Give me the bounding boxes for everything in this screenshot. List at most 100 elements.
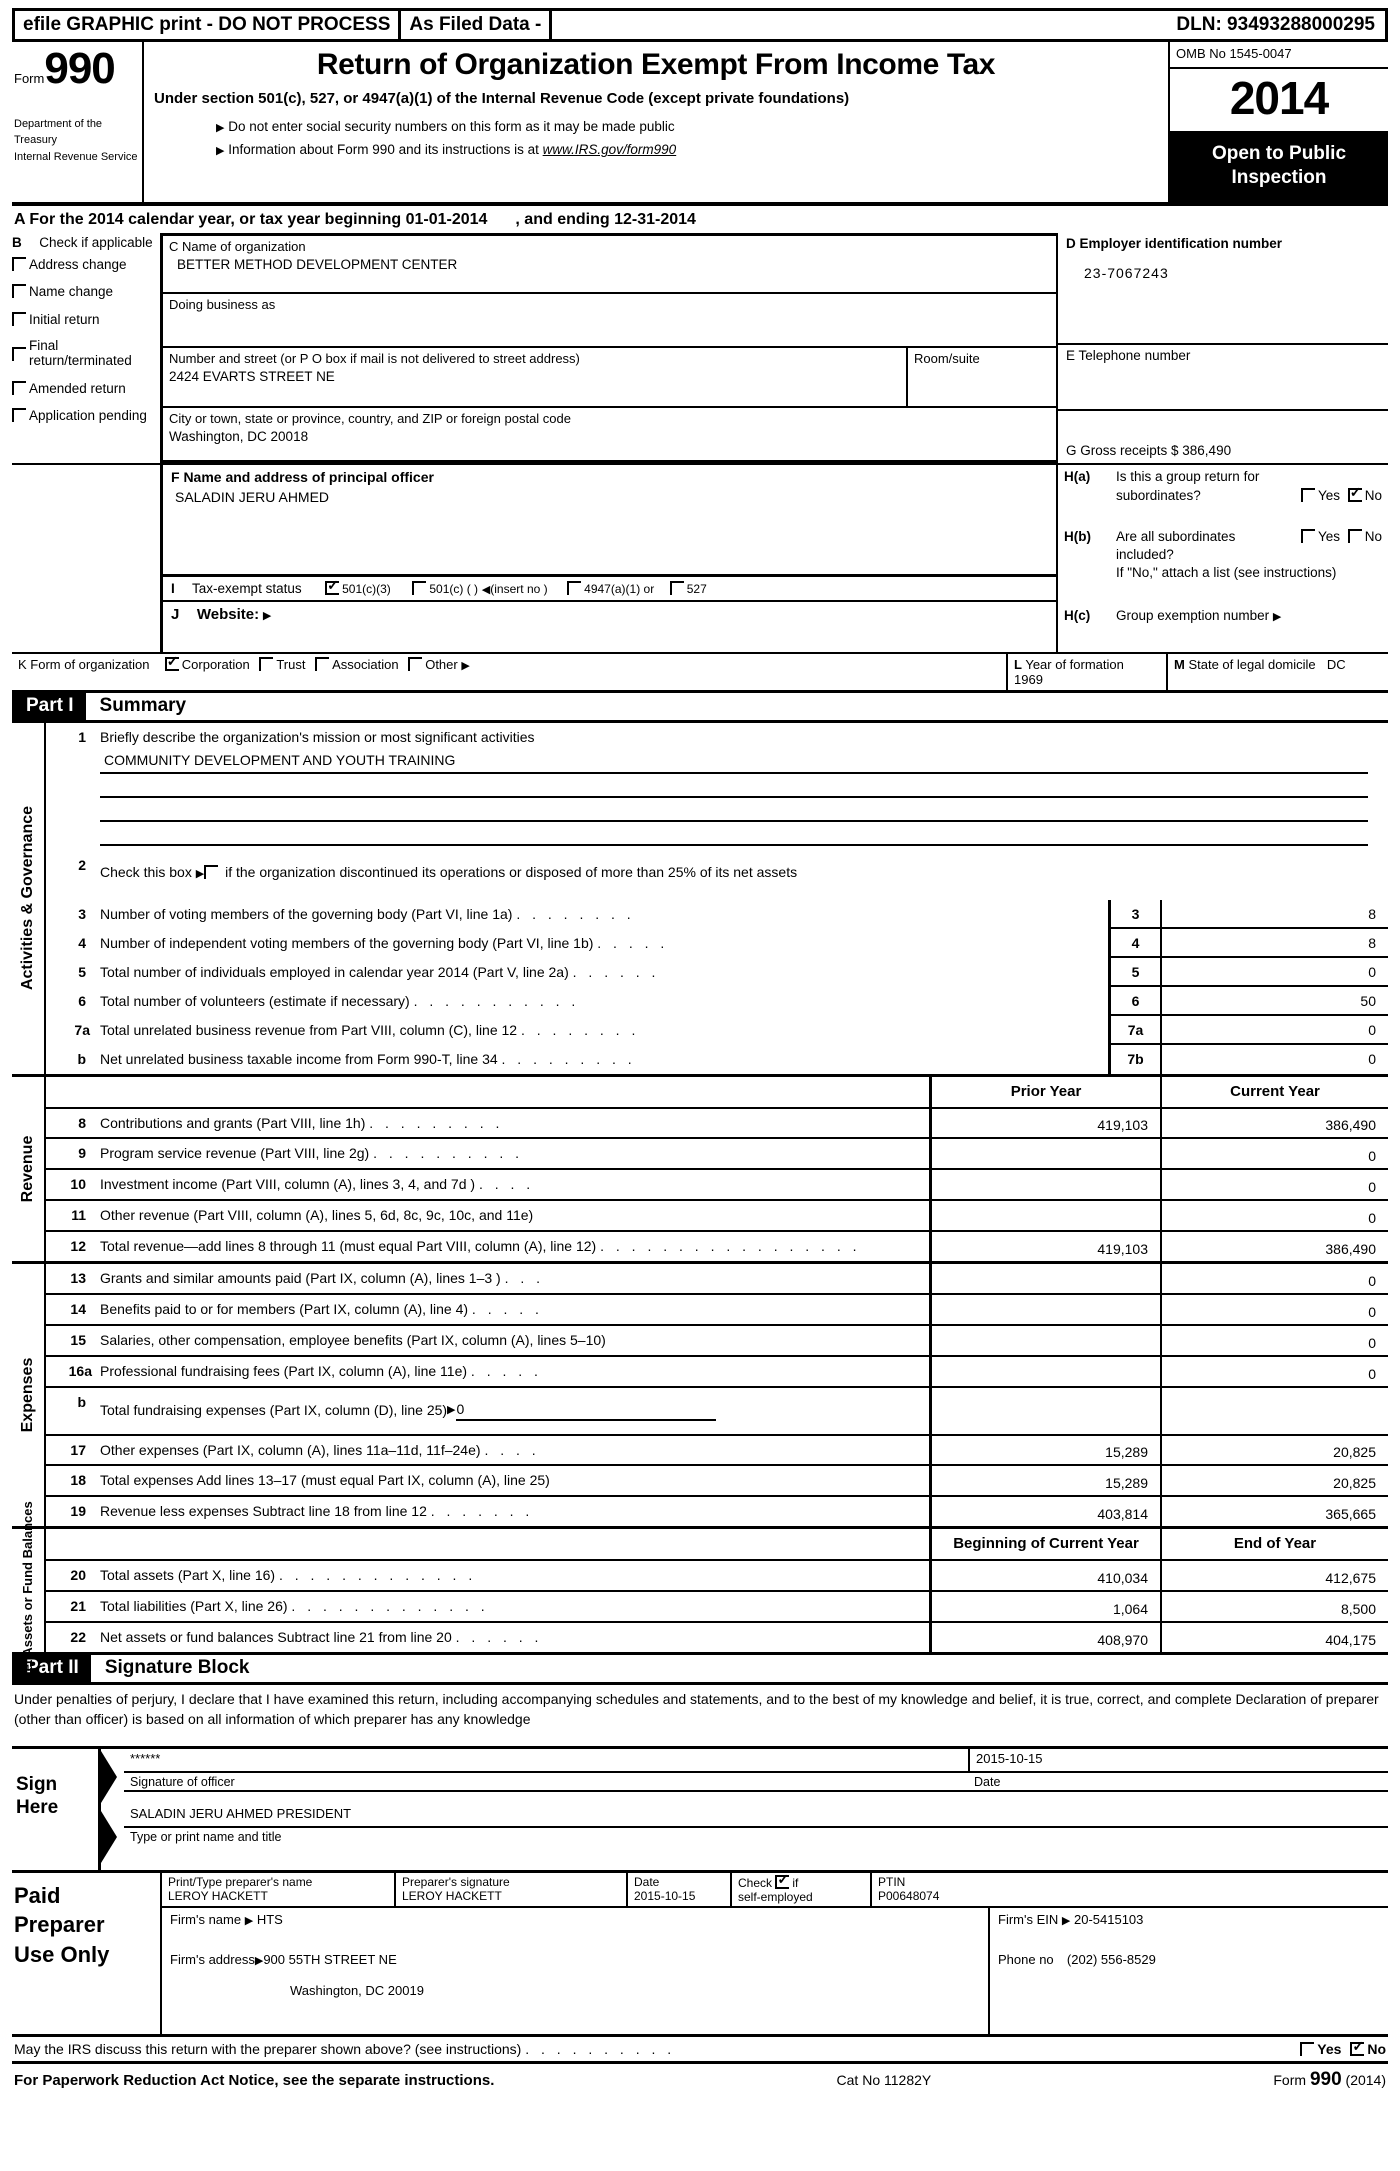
checkbox-discontinued-icon[interactable] [204, 865, 219, 880]
checkbox-ha-yes-icon[interactable] [1300, 487, 1315, 502]
line-8-current-year[interactable]: 386,490 [1160, 1108, 1388, 1138]
line-16b-value[interactable]: 0 [455, 1400, 716, 1421]
checkbox-icon[interactable] [12, 311, 26, 326]
checkbox-name-change[interactable]: Name change [12, 284, 160, 300]
irs-form990-link[interactable]: www.IRS.gov/form990 [543, 142, 677, 157]
officer-signature-cell[interactable]: ****** [124, 1749, 968, 1771]
checkbox-hb-no-icon[interactable] [1347, 528, 1362, 543]
section-m-state-of-domicile[interactable]: M State of legal domicile DC [1166, 653, 1388, 690]
line-12-dots: . . . . . . . . . . . . . . . . . [600, 1238, 861, 1255]
checkbox-4947a1-icon[interactable] [567, 580, 582, 595]
line-9-prior-year[interactable] [932, 1139, 1160, 1168]
line-21-begin-year[interactable]: 1,064 [932, 1592, 1160, 1621]
line-16a-current-year[interactable]: 0 [1160, 1356, 1388, 1386]
section-hc-body[interactable]: Group exemption number ▶ [1116, 608, 1382, 623]
line-16a-prior-year[interactable] [932, 1357, 1160, 1386]
line-17-prior-year[interactable]: 15,289 [932, 1436, 1160, 1465]
checkbox-trust-icon[interactable] [259, 656, 274, 671]
checkbox-self-employed-icon[interactable] [775, 1872, 790, 1889]
preparer-signature-cell[interactable]: Preparer's signature LEROY HACKETT [394, 1872, 626, 1906]
checkbox-amended-return[interactable]: Amended return [12, 380, 160, 397]
line-22-begin-year[interactable]: 408,970 [932, 1623, 1160, 1652]
checkbox-irs-yes-icon[interactable] [1300, 2041, 1315, 2056]
line-10-dots: . . . . [478, 1176, 535, 1193]
dba-field[interactable]: Doing business as [163, 294, 1056, 348]
line-11-current-year[interactable]: 0 [1160, 1201, 1388, 1231]
line-12-prior-year[interactable]: 419,103 [932, 1232, 1160, 1261]
line-22-end-year[interactable]: 404,175 [1160, 1622, 1388, 1652]
section-f-principal-officer[interactable]: F Name and address of principal officer … [163, 465, 1056, 577]
preparer-self-employed-cell[interactable]: Check if self-employed [730, 1872, 870, 1906]
line-1-value[interactable]: COMMUNITY DEVELOPMENT AND YOUTH TRAINING [100, 748, 1368, 775]
line-9-current-year[interactable]: 0 [1160, 1139, 1388, 1169]
checkbox-address-change[interactable]: Address change [12, 256, 160, 273]
checkbox-application-pending[interactable]: Application pending [12, 408, 160, 424]
ptin-cell[interactable]: PTIN P00648074 [870, 1872, 1388, 1906]
period-begin-date[interactable]: 01-01-2014 [406, 211, 488, 228]
officer-date-cell[interactable]: 2015-10-15 [968, 1748, 1388, 1771]
checkbox-icon[interactable] [12, 256, 26, 271]
room-suite-field[interactable]: Room/suite [906, 347, 1056, 406]
line-18-prior-year[interactable]: 15,289 [932, 1466, 1160, 1495]
checkbox-ha-no-icon[interactable] [1347, 485, 1362, 502]
line-5-value[interactable]: 0 [1160, 957, 1388, 987]
checkbox-hb-yes-icon[interactable] [1300, 528, 1315, 543]
firm-phone-cell[interactable]: Phone no (202) 556-8529 [990, 1948, 1388, 2034]
checkbox-501c3-icon[interactable] [325, 578, 340, 595]
line-6-value[interactable]: 50 [1160, 986, 1388, 1016]
checkbox-final-return[interactable]: Final return/terminated [12, 338, 160, 369]
line-11-prior-year[interactable] [932, 1201, 1160, 1230]
checkbox-icon[interactable] [12, 408, 26, 423]
firm-ein-cell[interactable]: Firm's EIN ▶ 20-5415103 [990, 1908, 1388, 1948]
preparer-date-cell[interactable]: Date 2015-10-15 [626, 1872, 730, 1906]
checkbox-corporation-icon[interactable] [164, 654, 179, 671]
section-l-year-of-formation[interactable]: L Year of formation 1969 [1006, 653, 1166, 690]
line-13-current-year[interactable]: 0 [1160, 1263, 1388, 1293]
line-15-prior-year[interactable] [932, 1326, 1160, 1355]
checkbox-501c-icon[interactable] [412, 580, 427, 595]
line-13-prior-year[interactable] [932, 1264, 1160, 1293]
line-1-blank-3[interactable] [100, 800, 1368, 823]
checkbox-association-icon[interactable] [315, 656, 330, 671]
period-end-date[interactable]: 12-31-2014 [614, 211, 696, 228]
checkbox-initial-return[interactable]: Initial return [12, 311, 160, 328]
ein-field[interactable]: D Employer identification number 23-7067… [1058, 233, 1388, 345]
line-1-blank-4[interactable] [100, 824, 1368, 847]
line-14-current-year[interactable]: 0 [1160, 1294, 1388, 1324]
checkbox-icon[interactable] [12, 346, 26, 361]
line-17-current-year[interactable]: 20,825 [1160, 1435, 1388, 1465]
preparer-name-cell[interactable]: Print/Type preparer's name LEROY HACKETT [162, 1873, 394, 1906]
line-7b-value[interactable]: 0 [1160, 1044, 1388, 1074]
line-18-current-year[interactable]: 20,825 [1160, 1466, 1388, 1496]
telephone-field[interactable]: E Telephone number [1058, 345, 1388, 411]
line-12-current-year[interactable]: 386,490 [1160, 1232, 1388, 1261]
line-20-begin-year[interactable]: 410,034 [932, 1561, 1160, 1590]
line-3-value[interactable]: 8 [1160, 900, 1388, 930]
line-15-current-year[interactable]: 0 [1160, 1325, 1388, 1355]
checkbox-other-icon[interactable] [408, 656, 423, 671]
checkbox-irs-no-icon[interactable] [1350, 2039, 1365, 2056]
line-20-end-year[interactable]: 412,675 [1160, 1561, 1388, 1591]
line-19-prior-year[interactable]: 403,814 [932, 1497, 1160, 1526]
line-14-prior-year[interactable] [932, 1295, 1160, 1324]
line-12-number: 12 [70, 1238, 86, 1255]
line-8-prior-year[interactable]: 419,103 [932, 1109, 1160, 1138]
firm-name-cell[interactable]: Firm's name ▶ HTS [162, 1908, 988, 1948]
line-19-current-year[interactable]: 365,665 [1160, 1497, 1388, 1527]
line-21-end-year[interactable]: 8,500 [1160, 1592, 1388, 1621]
section-j-website[interactable]: J Website: ▶ [163, 602, 1056, 652]
line-1-mission: 1 Briefly describe the organization's mi… [46, 723, 1388, 852]
line-1-blank-2[interactable] [100, 776, 1368, 799]
checkbox-icon[interactable] [12, 284, 26, 299]
street-field[interactable]: Number and street (or P O box if mail is… [163, 348, 906, 406]
org-name-field[interactable]: C Name of organization BETTER METHOD DEV… [163, 236, 1056, 294]
firm-address-cell[interactable]: Firm's address▶900 55TH STREET NE Washin… [162, 1948, 988, 2034]
line-10-prior-year[interactable] [932, 1170, 1160, 1199]
officer-name-cell[interactable]: SALADIN JERU AHMED PRESIDENT [124, 1792, 1388, 1826]
line-4-value[interactable]: 8 [1160, 929, 1388, 958]
checkbox-527-icon[interactable] [669, 580, 684, 595]
checkbox-icon[interactable] [12, 380, 26, 395]
line-7a-value[interactable]: 0 [1160, 1015, 1388, 1045]
line-10-current-year[interactable]: 0 [1160, 1170, 1388, 1200]
city-field[interactable]: City or town, state or province, country… [163, 408, 1056, 454]
